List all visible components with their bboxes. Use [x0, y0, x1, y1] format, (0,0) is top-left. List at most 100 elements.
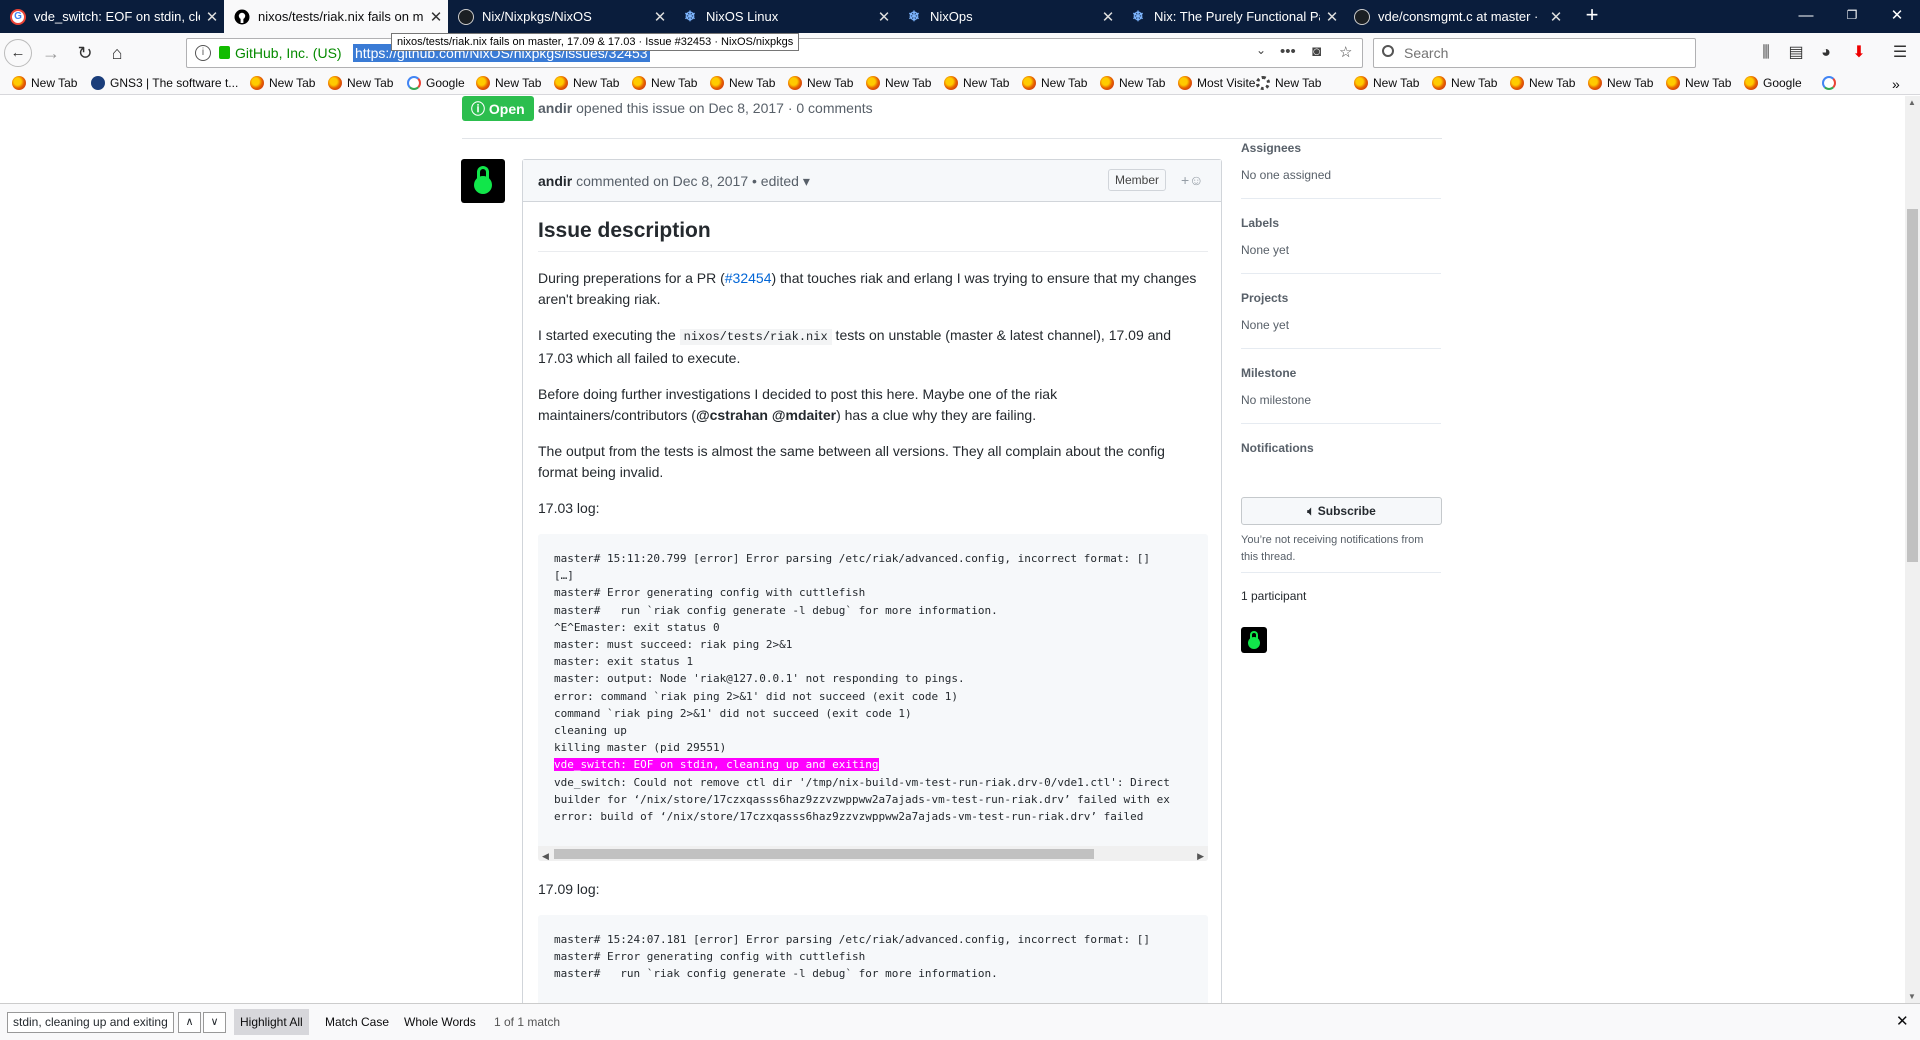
close-icon[interactable]: ✕	[872, 8, 896, 26]
close-icon[interactable]: ✕	[648, 8, 672, 26]
reload-button[interactable]: ↻	[70, 39, 100, 67]
pocket-icon[interactable]: ◙	[1312, 43, 1321, 60]
issue-author-link[interactable]: andir	[538, 100, 572, 116]
chevron-down-icon[interactable]: ⌄	[1256, 43, 1266, 57]
find-input[interactable]: stdin, cleaning up and exiting	[7, 1012, 174, 1033]
participant-avatar[interactable]	[1241, 627, 1267, 653]
issue-state-badge: ⓘ Open	[462, 96, 534, 121]
divider	[1241, 348, 1441, 349]
bookmark-item[interactable]: New Tab	[944, 76, 1009, 90]
bookmark-star-icon[interactable]: ☆	[1339, 43, 1352, 61]
scrollbar-thumb[interactable]	[554, 849, 1094, 859]
close-find-bar-icon[interactable]: ✕	[1896, 1012, 1909, 1030]
firefox-icon	[866, 76, 880, 90]
sidebar-heading[interactable]: Labels	[1241, 216, 1441, 230]
scroll-up-icon[interactable]: ▲	[1908, 98, 1916, 107]
tab-nix[interactable]: ❄ Nix: The Purely Functional Pack ✕	[1120, 0, 1344, 33]
site-identity[interactable]: GitHub, Inc. (US)	[235, 45, 342, 61]
forward-button[interactable]: →	[36, 39, 66, 67]
search-input[interactable]: Search	[1373, 38, 1696, 68]
bookmark-item[interactable]: New Tab	[476, 76, 541, 90]
info-icon[interactable]: i	[195, 45, 211, 61]
bookmark-item[interactable]: New Tab	[710, 76, 775, 90]
sidebar-heading[interactable]: Projects	[1241, 291, 1441, 305]
bookmark-item[interactable]: New Tab	[554, 76, 619, 90]
bookmark-item[interactable]: New Tab	[250, 76, 315, 90]
close-icon[interactable]: ✕	[424, 8, 448, 26]
bookmarks-overflow-icon[interactable]: »	[1892, 76, 1900, 92]
sidebar-heading[interactable]: Assignees	[1241, 141, 1441, 155]
extension-icon[interactable]: ◕	[1812, 39, 1840, 67]
mention-link[interactable]: @cstrahan	[696, 407, 768, 423]
firefox-icon	[1432, 76, 1446, 90]
bookmark-item[interactable]: New Tab	[1588, 76, 1653, 90]
firefox-icon	[1588, 76, 1602, 90]
bookmark-item[interactable]: New Tab	[1100, 76, 1165, 90]
bookmark-item[interactable]: New Tab	[1432, 76, 1497, 90]
log-line: […]	[554, 569, 574, 583]
restore-button[interactable]: ❐	[1829, 0, 1875, 33]
find-next-button[interactable]: ∨	[203, 1012, 226, 1033]
comment-edited-dropdown[interactable]: commented on Dec 8, 2017 • edited ▾	[572, 173, 810, 189]
subscribe-button[interactable]: 🔈︎ Subscribe	[1241, 497, 1442, 525]
bookmark-item[interactable]: New Tab	[788, 76, 853, 90]
avatar[interactable]	[461, 159, 505, 203]
match-case-toggle[interactable]: Match Case	[325, 1015, 389, 1029]
find-previous-button[interactable]: ∧	[178, 1012, 201, 1033]
scroll-left-icon[interactable]: ◀	[542, 846, 549, 861]
download-icon[interactable]: ⬇	[1845, 39, 1873, 67]
bookmark-item[interactable]: Google	[1744, 76, 1802, 90]
divider	[1241, 198, 1441, 199]
tab-nixos-linux[interactable]: ❄ NixOS Linux ✕	[672, 0, 896, 33]
bookmark-item[interactable]: Most Visited	[1178, 76, 1262, 90]
tab-riak-issue[interactable]: nixos/tests/riak.nix fails on mas ✕	[224, 0, 448, 33]
whole-words-toggle[interactable]: Whole Words	[404, 1015, 476, 1029]
close-icon[interactable]: ✕	[200, 8, 224, 26]
bookmark-item[interactable]: New Tab	[632, 76, 697, 90]
new-tab-button[interactable]: +	[1568, 0, 1616, 33]
bookmark-item[interactable]: Google	[407, 76, 465, 90]
scroll-right-icon[interactable]: ▶	[1197, 846, 1204, 861]
close-icon[interactable]: ✕	[1544, 8, 1568, 26]
sidebar-heading[interactable]: Milestone	[1241, 366, 1441, 380]
bookmark-item[interactable]: New Tab	[1510, 76, 1575, 90]
tab-nixops[interactable]: ❄ NixOps ✕	[896, 0, 1120, 33]
paragraph: The output from the tests is almost the …	[538, 443, 1165, 480]
bookmark-item[interactable]: New Tab	[1354, 76, 1419, 90]
mention-link[interactable]: @mdaiter	[772, 407, 836, 423]
comment-author-link[interactable]: andir	[538, 173, 572, 189]
horizontal-scrollbar[interactable]: ◀ ▶	[538, 846, 1208, 861]
bookmark-item[interactable]: GNS3 | The software t...	[91, 76, 238, 90]
bookmark-item[interactable]: New Tab	[1022, 76, 1087, 90]
scroll-down-icon[interactable]: ▼	[1908, 992, 1916, 1001]
library-icon[interactable]: ⫼	[1752, 39, 1780, 67]
home-button[interactable]: ⌂	[102, 39, 132, 67]
scrollbar-thumb[interactable]	[1907, 209, 1918, 562]
close-icon[interactable]: ✕	[1320, 8, 1344, 26]
bookmark-item[interactable]: New Tab	[328, 76, 393, 90]
sidebar-icon[interactable]: ▤	[1782, 39, 1810, 67]
code-block[interactable]: master# 15:24:07.181 [error] Error parsi…	[538, 915, 1208, 1003]
tab-vde-consmgmt[interactable]: vde/consmgmt.c at master · ✕	[1344, 0, 1568, 33]
highlight-all-toggle[interactable]: Highlight All	[234, 1009, 309, 1035]
page-actions-icon[interactable]: •••	[1280, 43, 1296, 60]
code-block[interactable]: master# 15:11:20.799 [error] Error parsi…	[538, 534, 1208, 861]
bookmark-item[interactable]	[1822, 76, 1841, 90]
tab-nixpkgs[interactable]: Nix/Nixpkgs/NixOS ✕	[448, 0, 672, 33]
minimize-button[interactable]: —	[1783, 0, 1829, 33]
tab-vde-switch[interactable]: G vde_switch: EOF on stdin, clear ✕	[0, 0, 224, 33]
close-icon[interactable]: ✕	[1096, 8, 1120, 26]
page-scrollbar[interactable]: ▲ ▼	[1905, 96, 1920, 1003]
back-button[interactable]: ←	[4, 39, 32, 67]
add-reaction-icon[interactable]: +☺	[1181, 172, 1203, 188]
bookmark-most-visited[interactable]: New Tab	[1256, 76, 1321, 90]
window-close-button[interactable]: ✕	[1874, 0, 1920, 33]
menu-icon[interactable]: ☰	[1886, 39, 1914, 67]
bookmark-item[interactable]: New Tab	[866, 76, 931, 90]
bookmark-item[interactable]: New Tab	[12, 76, 77, 90]
sidebar-value: None yet	[1241, 318, 1290, 332]
tab-title: Nix: The Purely Functional Pack	[1154, 9, 1320, 24]
bookmark-item[interactable]: New Tab	[1666, 76, 1731, 90]
sidebar-value: None yet	[1241, 243, 1290, 257]
pr-link[interactable]: #32454	[725, 270, 772, 286]
